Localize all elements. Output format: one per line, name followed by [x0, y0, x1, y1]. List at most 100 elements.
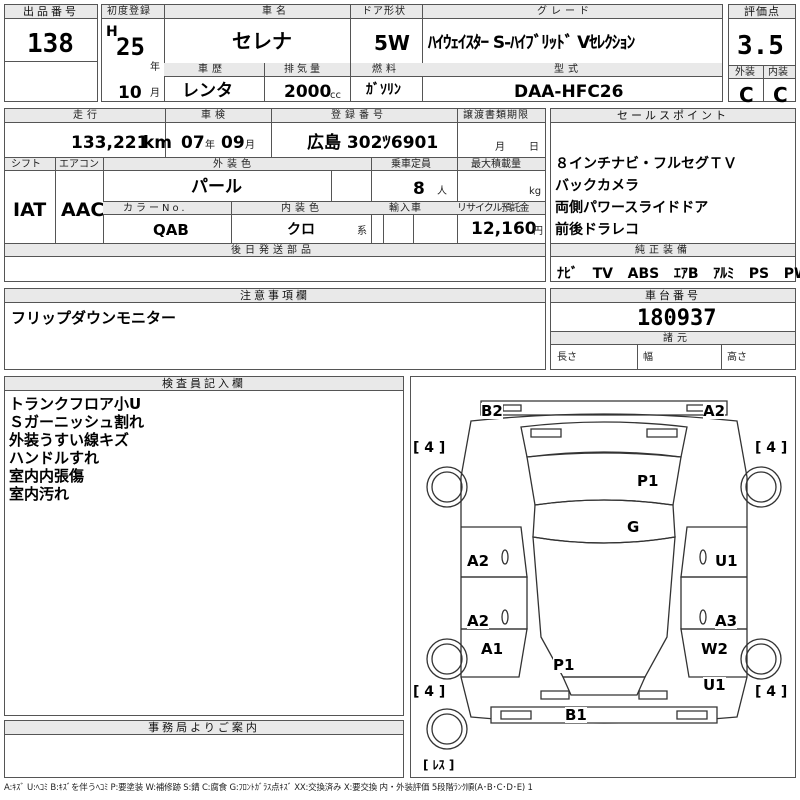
damage-mark: P1 [553, 656, 575, 674]
damage-mark: B1 [565, 706, 587, 724]
office-label: 事務局よりご案内 [5, 721, 403, 735]
color-no: QAB [153, 221, 189, 239]
score: 3.5 [737, 31, 784, 61]
equipment-item: PW [783, 266, 800, 282]
capacity-label: 乗車定員 [391, 159, 431, 170]
notes-box: 注意事項欄 フリップダウンモニター [4, 288, 546, 370]
length-label: 長さ [557, 352, 577, 363]
sales-point-item: 前後ドラレコ [555, 222, 639, 238]
specs-label: 諸元 [663, 333, 691, 344]
inspector-note: 外装うすい線キズ [9, 431, 130, 449]
width-label: 幅 [643, 352, 653, 363]
mileage-label: 走行 [73, 110, 101, 121]
first-reg-label: 初度登録 [107, 6, 151, 17]
grade: ﾊｲｳｪｲｽﾀｰ S-ﾊｲﾌﾞﾘｯﾄﾞ Vｾﾚｸｼｮﾝ [428, 33, 635, 53]
inspection-label: 車検 [201, 110, 229, 121]
inspector-note: Ｓガーニッシュ割れ [9, 413, 145, 431]
legend: A:ｷｽﾞ U:ﾍｺﾐ B:ｷｽﾞを伴うﾍｺﾐ P:要塗装 W:補修跡 S:錆 … [4, 783, 533, 793]
shift: IAT [13, 199, 47, 221]
damage-mark: A2 [703, 402, 726, 420]
vehicle-header-box: 初度登録 車名 ドア形状 グレード H 25 年 10 月 セレナ 5W ﾊｲｳ… [101, 4, 723, 102]
shift-label: シフト [11, 159, 41, 170]
equipment-label: 純正装備 [635, 245, 691, 256]
ext-color: パール [191, 177, 242, 197]
door-label: ドア形状 [362, 6, 406, 17]
damage-diagram: B2 A2 P1 G A2 A2 A1 P1 U1 A3 W2 U1 B1 [ … [410, 376, 796, 778]
int-score-label: 内装 [768, 67, 788, 78]
inspection-month: 09 [221, 133, 245, 153]
aircon: AAC [61, 199, 105, 221]
aircon-label: エアコン [59, 159, 99, 170]
door-type: 5W [374, 31, 410, 55]
inspector-note: 室内内張傷 [9, 467, 85, 485]
damage-mark: U1 [715, 552, 738, 570]
lot-number: 138 [27, 29, 74, 59]
ext-score: C [739, 83, 754, 107]
history: レンタ [182, 81, 233, 101]
score-label: 評価点 [729, 5, 795, 19]
int-score: C [773, 83, 788, 107]
car-outline [426, 400, 782, 750]
model-code: DAA-HFC26 [514, 82, 624, 102]
sales-point-item: 両側パワースライドドア [555, 200, 709, 216]
fuel-label: 燃料 [372, 64, 400, 75]
damage-mark: A1 [481, 640, 504, 658]
import-label: 輸入車 [389, 203, 422, 214]
lot-label: 出品番号 [5, 5, 97, 19]
sales-point-item: ８インチナビ・フルセグＴＶ [555, 156, 737, 172]
int-color-label: 内装色 [281, 203, 323, 214]
sales-point-item: バックカメラ [555, 178, 639, 194]
sales-points-box: セールスポイント ８インチナビ・フルセグＴＶ バックカメラ 両側パワースライドド… [550, 108, 800, 282]
sales-points-label: セールスポイント [551, 109, 795, 123]
inspector-note: 室内汚れ [9, 485, 70, 503]
displacement-label: 排気量 [284, 64, 323, 75]
equipment-item: PS [748, 266, 770, 282]
model-code-label: 型式 [554, 64, 582, 75]
score-box: 評価点 3.5 外装 内装 C C [728, 4, 796, 107]
detail-box: 走行 車検 登録番号 譲渡書類期限 133,221 km 07 年 09 月 広… [4, 108, 546, 282]
car-name-label: 車名 [262, 6, 290, 17]
damage-mark: G [627, 518, 640, 536]
height-label: 高さ [727, 352, 747, 363]
equipment-item: ｴｱB [673, 266, 699, 282]
damage-mark: A2 [467, 552, 490, 570]
notes-label: 注意事項欄 [5, 289, 545, 303]
inspector-note: ハンドルすれ [9, 449, 100, 467]
lot-box: 出品番号 138 [4, 4, 98, 102]
damage-mark: A2 [467, 612, 490, 630]
damage-mark: W2 [701, 640, 728, 658]
inspector-box: 検査員記入欄 トランクフロア小U Ｓガーニッシュ割れ 外装うすい線キズ ハンドル… [4, 376, 404, 716]
notes: フリップダウンモニター [11, 309, 177, 327]
tire-front-left: [ 4 ] [413, 440, 446, 456]
chassis-number: 180937 [637, 306, 717, 331]
tire-rear-right: [ 4 ] [755, 684, 788, 700]
inspector-note: トランクフロア小U [9, 395, 142, 413]
chassis-box: 車台番号 180937 諸元 長さ 幅 高さ [550, 288, 796, 370]
int-color: クロ [287, 222, 315, 238]
equipment-item: TV [592, 266, 614, 282]
inspection-year: 07 [181, 133, 205, 153]
fuel: ｶﾞｿﾘﾝ [366, 82, 401, 98]
max-load-label: 最大積載量 [471, 159, 521, 170]
displacement: 2000 [284, 82, 332, 102]
tire-spare: [ ﾚｽ ] [423, 758, 455, 772]
equipment-item: ﾅﾋﾞ [557, 266, 578, 282]
capacity: 8 [413, 179, 425, 199]
transfer-label: 譲渡書類期限 [463, 110, 529, 121]
car-name: セレナ [232, 29, 292, 53]
mileage: 133,221 [71, 133, 149, 153]
first-reg-month: 10 [118, 83, 142, 103]
tire-rear-left: [ 4 ] [413, 684, 446, 700]
later-parts-label: 後日発送部品 [231, 245, 315, 256]
damage-mark: P1 [637, 472, 659, 490]
damage-mark: B2 [481, 402, 503, 420]
damage-mark: U1 [703, 676, 726, 694]
tire-front-right: [ 4 ] [755, 440, 788, 456]
color-no-label: カラーNo. [123, 203, 188, 214]
recycle-label: リサイクル預託金 [457, 203, 529, 214]
chassis-label: 車台番号 [551, 289, 795, 303]
first-reg-year: 25 [116, 33, 145, 61]
office-box: 事務局よりご案内 [4, 720, 404, 778]
equipment-item: ABS [627, 266, 660, 282]
recycle-fee: 12,160 [471, 219, 537, 239]
